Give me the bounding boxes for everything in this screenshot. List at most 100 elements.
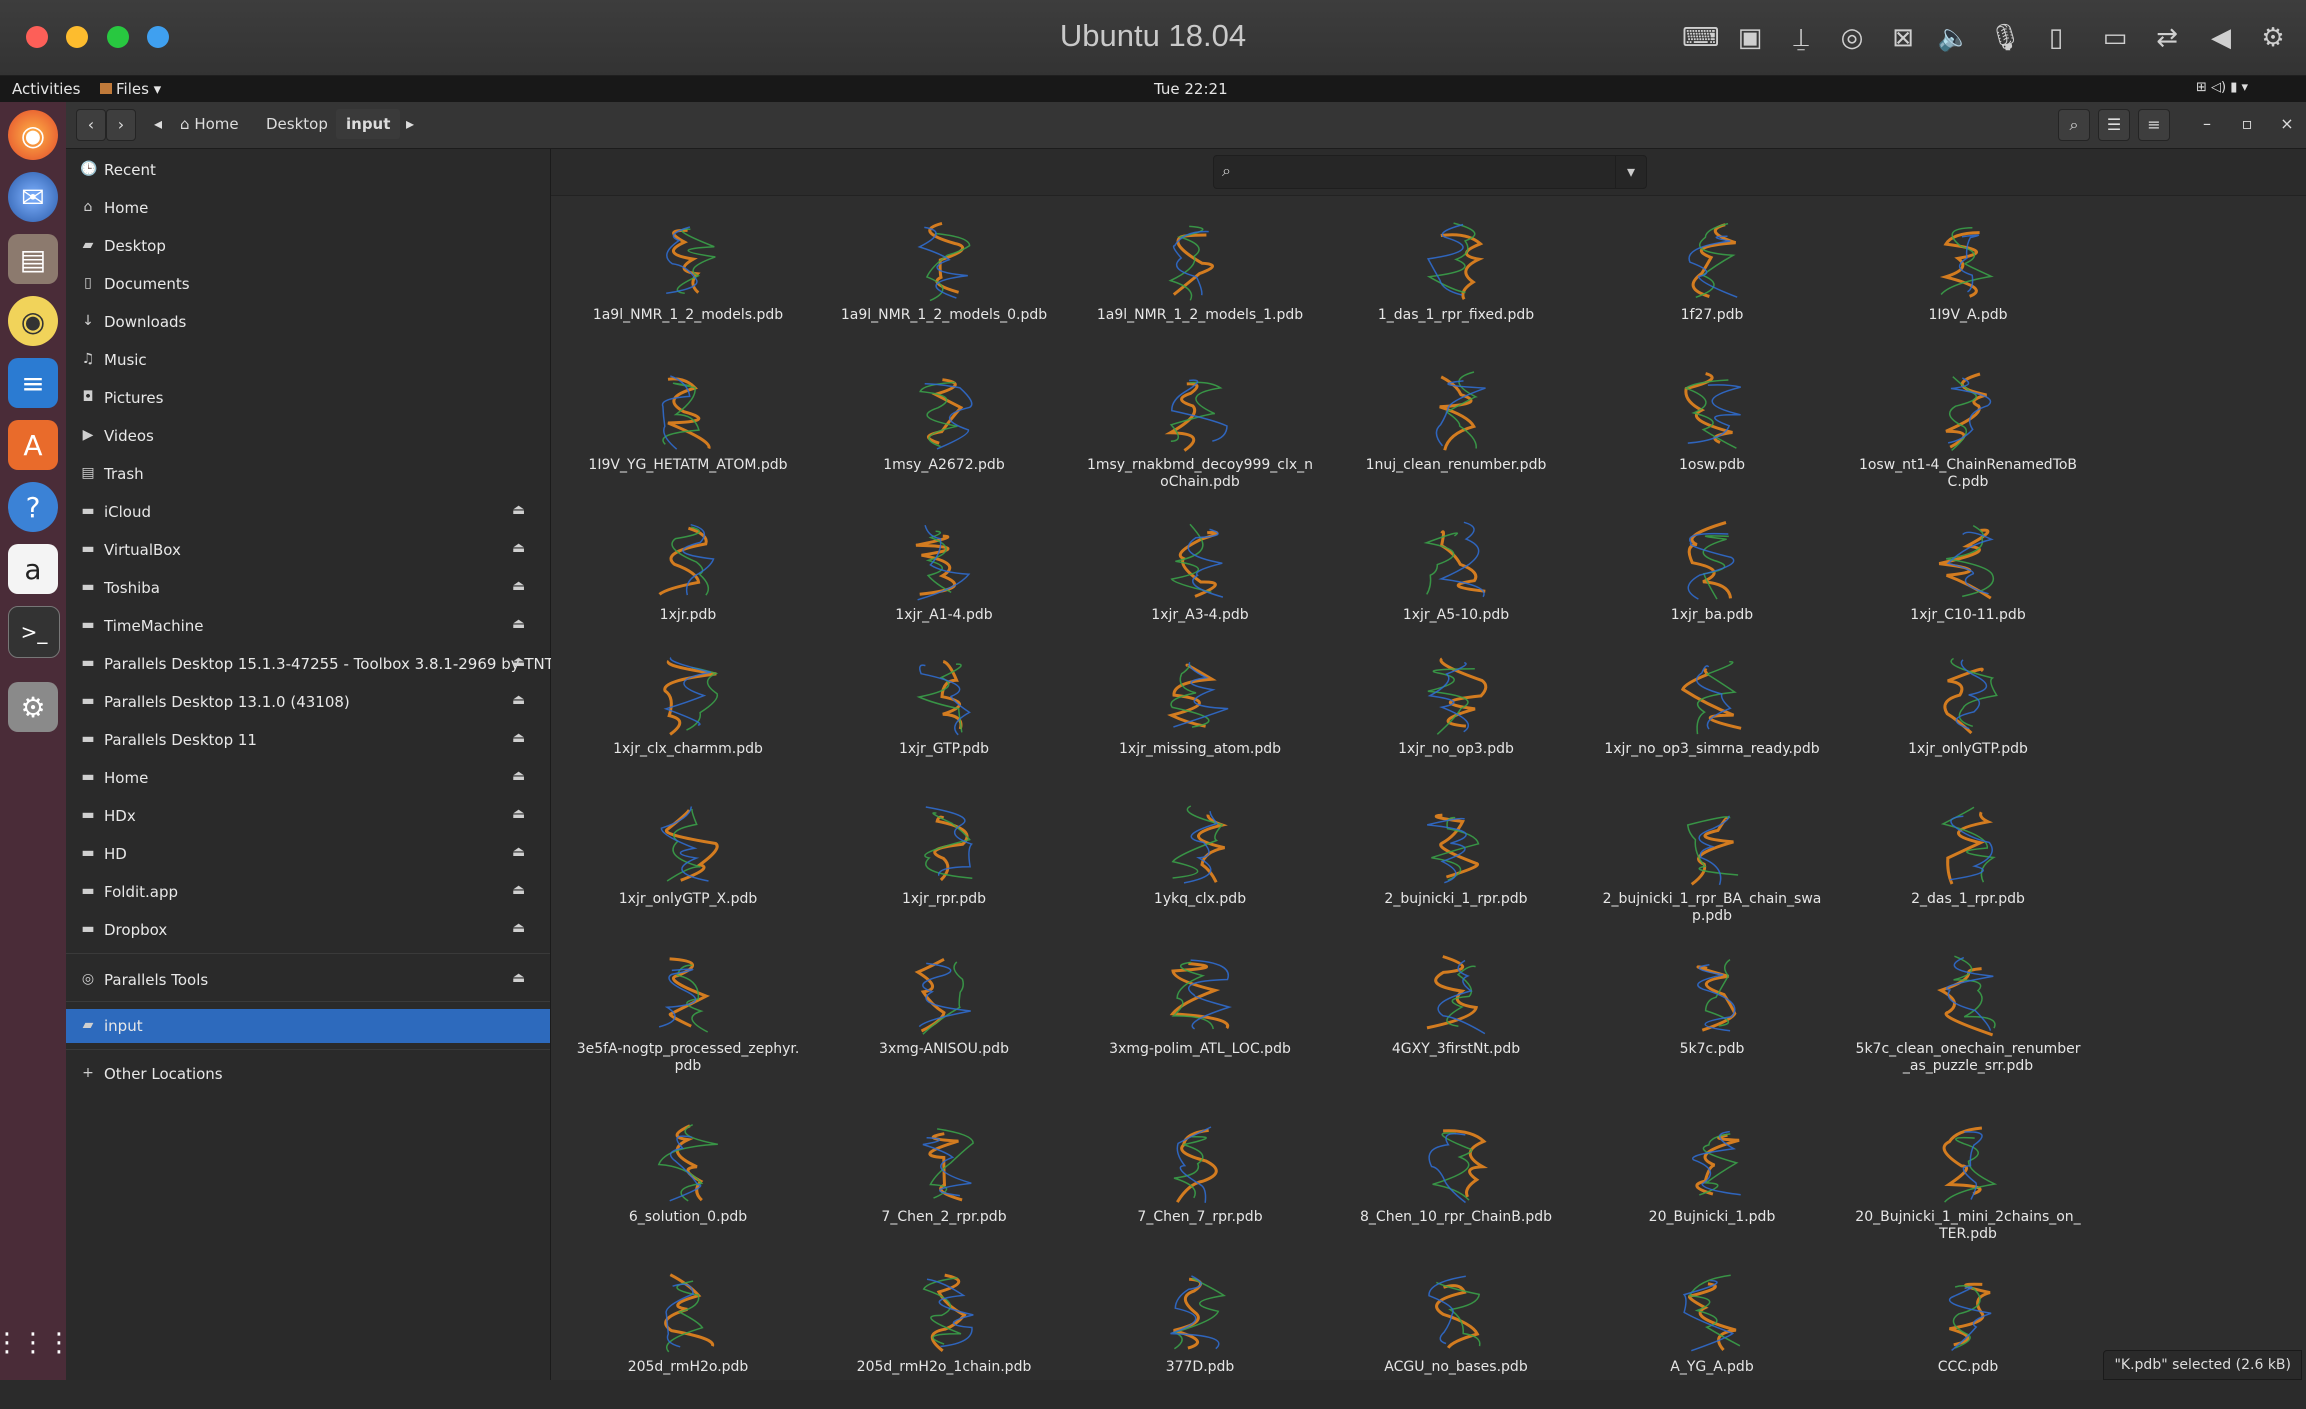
- file-item[interactable]: 7_Chen_7_rpr.pdb: [1080, 1109, 1320, 1259]
- search-options-dropdown[interactable]: ▾: [1615, 156, 1646, 188]
- file-item[interactable]: 2_das_1_rpr.pdb: [1848, 791, 2088, 941]
- sidebar-item-other-locations[interactable]: + Other Locations: [66, 1057, 550, 1091]
- file-item[interactable]: 1I9V_YG_HETATM_ATOM.pdb: [568, 357, 808, 507]
- file-item[interactable]: 1xjr_onlyGTP.pdb: [1848, 641, 2088, 791]
- file-item[interactable]: 5k7c.pdb: [1592, 941, 1832, 1091]
- sidebar-device-8[interactable]: ▬ HDx ⏏: [66, 799, 550, 833]
- breadcrumb-scroll-left[interactable]: ◂: [148, 109, 168, 139]
- help-icon[interactable]: ?: [8, 482, 58, 532]
- file-item[interactable]: 1xjr_GTP.pdb: [824, 641, 1064, 791]
- file-item[interactable]: 4GXY_3firstNt.pdb: [1336, 941, 1576, 1091]
- sidebar-item-documents[interactable]: ▯ Documents: [66, 267, 550, 301]
- file-item[interactable]: A_YG_A.pdb: [1592, 1259, 1832, 1409]
- breadcrumb-home[interactable]: ⌂ Home: [170, 109, 249, 139]
- file-item[interactable]: CCC.pdb: [1848, 1259, 2088, 1409]
- sidebar-device-11[interactable]: ▬ Dropbox ⏏: [66, 913, 550, 947]
- file-item[interactable]: 3xmg-ANISOU.pdb: [824, 941, 1064, 1091]
- file-item[interactable]: 5k7c_clean_onechain_renumber_as_puzzle_s…: [1848, 941, 2088, 1091]
- sidebar-item-music[interactable]: ♫ Music: [66, 343, 550, 377]
- file-item[interactable]: 1_das_1_rpr_fixed.pdb: [1336, 207, 1576, 357]
- file-item[interactable]: 1f27.pdb: [1592, 207, 1832, 357]
- file-item[interactable]: 1osw_nt1-4_ChainRenamedToBC.pdb: [1848, 357, 2088, 507]
- sidebar-item-input[interactable]: ▰ input: [66, 1009, 550, 1043]
- file-item[interactable]: 1xjr_ba.pdb: [1592, 507, 1832, 657]
- settings-icon[interactable]: ⚙: [2256, 21, 2290, 55]
- file-item[interactable]: 2_bujnicki_1_rpr.pdb: [1336, 791, 1576, 941]
- file-item[interactable]: 1a9l_NMR_1_2_models.pdb: [568, 207, 808, 357]
- eject-icon[interactable]: ⏏: [512, 768, 525, 784]
- breadcrumb-desktop[interactable]: Desktop: [256, 109, 338, 139]
- search-toggle-button[interactable]: ⌕: [2058, 109, 2090, 141]
- file-item[interactable]: 1xjr_onlyGTP_X.pdb: [568, 791, 808, 941]
- camera-icon[interactable]: ▭: [2098, 21, 2132, 55]
- files-icon[interactable]: ▤: [8, 234, 58, 284]
- file-item[interactable]: 1xjr_clx_charmm.pdb: [568, 641, 808, 791]
- file-item[interactable]: 2_bujnicki_1_rpr_BA_chain_swap.pdb: [1592, 791, 1832, 941]
- amazon-icon[interactable]: a: [8, 544, 58, 594]
- terminal-icon[interactable]: >_: [8, 606, 60, 658]
- files-app-menu[interactable]: Files ▾: [100, 80, 161, 98]
- sidebar-item-recent[interactable]: 🕒 Recent: [66, 153, 550, 187]
- sidebar-item-parallels-tools[interactable]: ◎ Parallels Tools ⏏: [66, 963, 550, 997]
- back-icon[interactable]: ◀: [2204, 21, 2238, 55]
- sidebar-item-trash[interactable]: ▤ Trash: [66, 457, 550, 491]
- breadcrumb-scroll-right[interactable]: ▸: [400, 109, 420, 139]
- sidebar-device-1[interactable]: ▬ VirtualBox ⏏: [66, 533, 550, 567]
- sd-card-icon[interactable]: ▯: [2039, 21, 2073, 55]
- forward-button[interactable]: ›: [106, 109, 136, 141]
- sidebar-item-pictures[interactable]: ◘ Pictures: [66, 381, 550, 415]
- file-item[interactable]: 1xjr_missing_atom.pdb: [1080, 641, 1320, 791]
- settings-tools-icon[interactable]: ⚙: [8, 682, 58, 732]
- file-item[interactable]: 20_Bujnicki_1.pdb: [1592, 1109, 1832, 1259]
- file-item[interactable]: 1ykq_clx.pdb: [1080, 791, 1320, 941]
- sidebar-item-home[interactable]: ⌂ Home: [66, 191, 550, 225]
- file-item[interactable]: 3xmg-polim_ATL_LOC.pdb: [1080, 941, 1320, 1091]
- eject-icon[interactable]: ⏏: [512, 882, 525, 898]
- eject-icon[interactable]: ⏏: [512, 806, 525, 822]
- usb-icon[interactable]: ⍊: [1784, 21, 1818, 55]
- activities-button[interactable]: Activities: [12, 80, 80, 98]
- network-icon[interactable]: ⊠: [1886, 21, 1920, 55]
- cd-icon[interactable]: ◎: [1835, 21, 1869, 55]
- file-item[interactable]: 6_solution_0.pdb: [568, 1109, 808, 1259]
- thunderbird-icon[interactable]: ✉: [8, 172, 58, 222]
- sidebar-device-6[interactable]: ▬ Parallels Desktop 11 ⏏: [66, 723, 550, 757]
- file-item[interactable]: 20_Bujnicki_1_mini_2chains_on_TER.pdb: [1848, 1109, 2088, 1259]
- back-button[interactable]: ‹: [76, 109, 106, 141]
- sidebar-device-10[interactable]: ▬ Foldit.app ⏏: [66, 875, 550, 909]
- eject-icon[interactable]: ⏏: [512, 616, 525, 632]
- file-item[interactable]: 1xjr_A5-10.pdb: [1336, 507, 1576, 657]
- software-center-icon[interactable]: A: [8, 420, 58, 470]
- show-apps-icon[interactable]: ⋮⋮⋮: [0, 1318, 72, 1368]
- system-tray[interactable]: ⊞ ◁) ▮ ▾: [2196, 80, 2248, 95]
- sidebar-item-desktop[interactable]: ▰ Desktop: [66, 229, 550, 263]
- file-item[interactable]: ACGU_no_bases.pdb: [1336, 1259, 1576, 1409]
- file-item[interactable]: 1a9l_NMR_1_2_models_0.pdb: [824, 207, 1064, 357]
- file-item[interactable]: 1msy_rnakbmd_decoy999_clx_noChain.pdb: [1080, 357, 1320, 507]
- file-item[interactable]: 1osw.pdb: [1592, 357, 1832, 507]
- file-item[interactable]: 8_Chen_10_rpr_ChainB.pdb: [1336, 1109, 1576, 1259]
- file-item[interactable]: 1xjr_no_op3.pdb: [1336, 641, 1576, 791]
- file-item[interactable]: 7_Chen_2_rpr.pdb: [824, 1109, 1064, 1259]
- file-item[interactable]: 3e5fA-nogtp_processed_zephyr.pdb: [568, 941, 808, 1091]
- writer-icon[interactable]: ≡: [8, 358, 58, 408]
- file-item[interactable]: 1xjr_A1-4.pdb: [824, 507, 1064, 657]
- close-button[interactable]: ×: [2274, 109, 2300, 139]
- file-item[interactable]: 1xjr_A3-4.pdb: [1080, 507, 1320, 657]
- sidebar-item-videos[interactable]: ▶ Videos: [66, 419, 550, 453]
- eject-icon[interactable]: ⏏: [512, 730, 525, 746]
- file-item[interactable]: 1msy_A2672.pdb: [824, 357, 1064, 507]
- file-item[interactable]: 205d_rmH2o.pdb: [568, 1259, 808, 1409]
- file-item[interactable]: 1xjr.pdb: [568, 507, 808, 657]
- volume-icon[interactable]: 🔈: [1937, 21, 1971, 55]
- eject-icon[interactable]: ⏏: [512, 970, 525, 986]
- file-item[interactable]: 1xjr_no_op3_simrna_ready.pdb: [1592, 641, 1832, 791]
- file-item[interactable]: 1a9l_NMR_1_2_models_1.pdb: [1080, 207, 1320, 357]
- eject-icon[interactable]: ⏏: [512, 654, 525, 670]
- eject-icon[interactable]: ⏏: [512, 502, 525, 518]
- eject-icon[interactable]: ⏏: [512, 540, 525, 556]
- view-toggle-button[interactable]: ☰: [2098, 109, 2130, 141]
- sidebar-device-3[interactable]: ▬ TimeMachine ⏏: [66, 609, 550, 643]
- sidebar-device-2[interactable]: ▬ Toshiba ⏏: [66, 571, 550, 605]
- eject-icon[interactable]: ⏏: [512, 578, 525, 594]
